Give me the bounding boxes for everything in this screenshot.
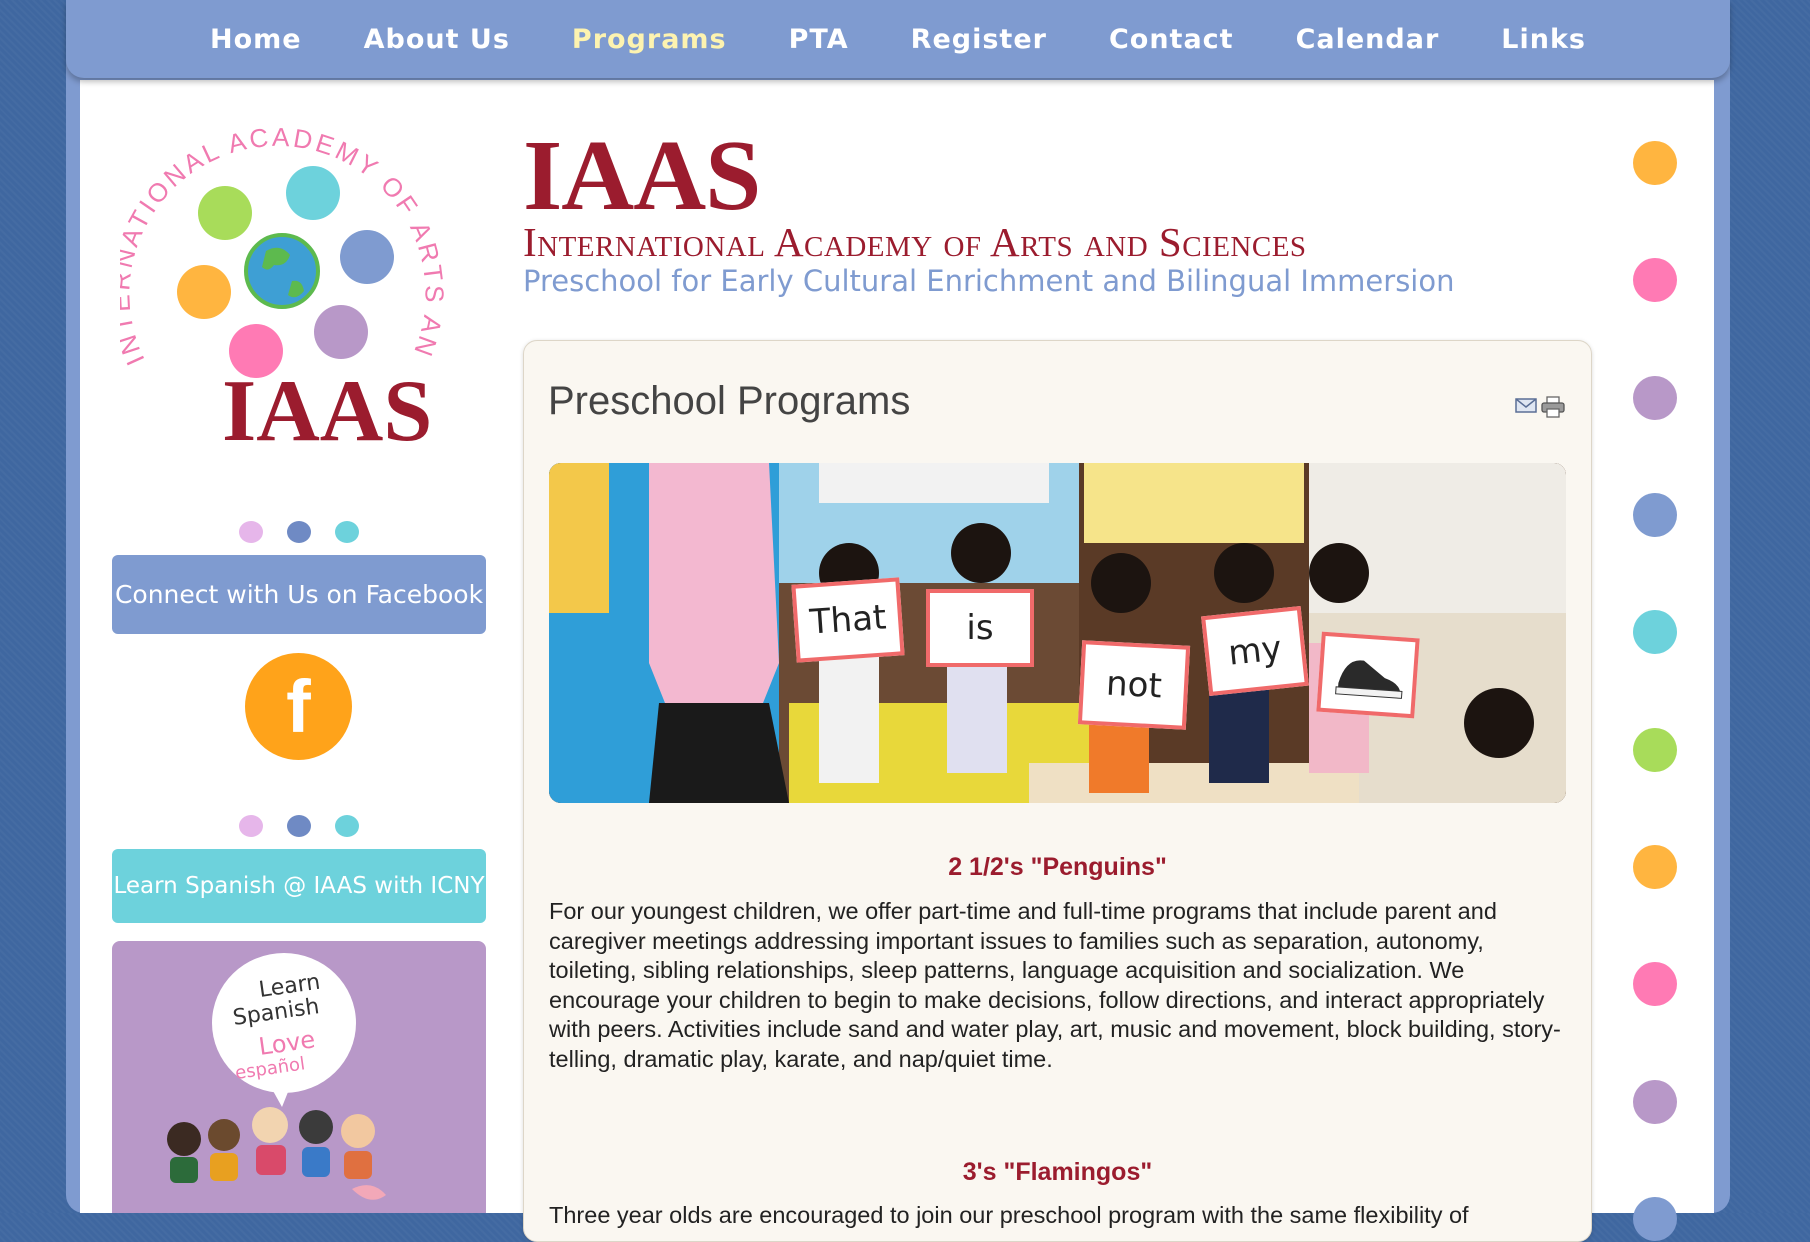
divider-dot (335, 815, 359, 837)
nav-item-register: Register (911, 24, 1047, 55)
sidebar-divider-dots (239, 815, 359, 837)
deco-dot (1633, 962, 1677, 1006)
facebook-connect-button[interactable]: Connect with Us on Facebook (112, 555, 486, 634)
divider-dot (335, 521, 359, 543)
nav-link-pta[interactable]: PTA (789, 24, 849, 55)
main-nav: Home About Us Programs PTA Register Cont… (66, 0, 1730, 78)
divider-dot (239, 815, 263, 837)
print-icon[interactable] (1541, 396, 1565, 422)
deco-dot (1633, 258, 1677, 302)
nav-link-links[interactable]: Links (1501, 24, 1586, 55)
shoe-card (1316, 631, 1420, 719)
nav-item-pta: PTA (789, 24, 849, 55)
divider-dot (239, 521, 263, 543)
site-logo[interactable]: INTERNATIONAL ACADEMY OF ARTS AND SCIENC… (105, 81, 450, 460)
deco-dot (1633, 1197, 1677, 1241)
nav-link-home[interactable]: Home (210, 24, 302, 55)
nav-link-calendar[interactable]: Calendar (1296, 24, 1440, 55)
learn-spanish-button[interactable]: Learn Spanish @ IAAS with ICNY (112, 849, 486, 923)
divider-dot (287, 815, 311, 837)
learn-spanish-banner[interactable]: Learn Spanish Love español (112, 941, 486, 1213)
nav-item-contact: Contact (1109, 24, 1234, 55)
deco-dot (1633, 845, 1677, 889)
nav-item-calendar: Calendar (1296, 24, 1440, 55)
section-heading-flamingos: 3's "Flamingos" (962, 1158, 1153, 1186)
nav-link-register[interactable]: Register (911, 24, 1047, 55)
content-panel: Preschool Programs That is not my 2 1/2'… (523, 340, 1592, 1242)
word-card: my (1201, 605, 1309, 697)
article-tools (1515, 396, 1565, 422)
nav-link-contact[interactable]: Contact (1109, 24, 1234, 55)
sidebar-divider-dots (239, 521, 359, 543)
word-card: not (1077, 640, 1191, 730)
divider-dot (287, 521, 311, 543)
deco-dot (1633, 728, 1677, 772)
kids-cartoon (167, 1107, 386, 1200)
page-title: Preschool Programs (548, 379, 911, 423)
deco-dot (1633, 141, 1677, 185)
logo-wordmark: IAAS (222, 363, 432, 455)
classroom-photo: That is not my (549, 463, 1566, 803)
section-text-flamingos: Three year olds are encouraged to join o… (549, 1202, 1469, 1228)
nav-item-home: Home (210, 24, 302, 55)
site-full-name: International Academy of Arts and Scienc… (523, 219, 1307, 265)
deco-dot (1633, 1080, 1677, 1124)
email-icon[interactable] (1515, 396, 1537, 422)
facebook-icon[interactable]: f (245, 653, 352, 760)
section-text-penguins: For our youngest children, we offer part… (549, 898, 1561, 1072)
site-tagline: Preschool for Early Cultural Enrichment … (523, 264, 1455, 298)
deco-dot (1633, 610, 1677, 654)
site-title: IAAS (523, 119, 761, 231)
deco-dot (1633, 376, 1677, 420)
nav-link-programs[interactable]: Programs (572, 24, 727, 55)
nav-item-about: About Us (364, 24, 510, 55)
section-heading-penguins: 2 1/2's "Penguins" (948, 853, 1167, 881)
deco-dot (1633, 493, 1677, 537)
word-card: is (926, 589, 1034, 667)
decorative-dots-column (1630, 141, 1678, 1241)
nav-item-programs: Programs (572, 24, 727, 55)
nav-item-links: Links (1501, 24, 1586, 55)
nav-link-about[interactable]: About Us (364, 24, 510, 55)
word-card: That (791, 577, 905, 663)
